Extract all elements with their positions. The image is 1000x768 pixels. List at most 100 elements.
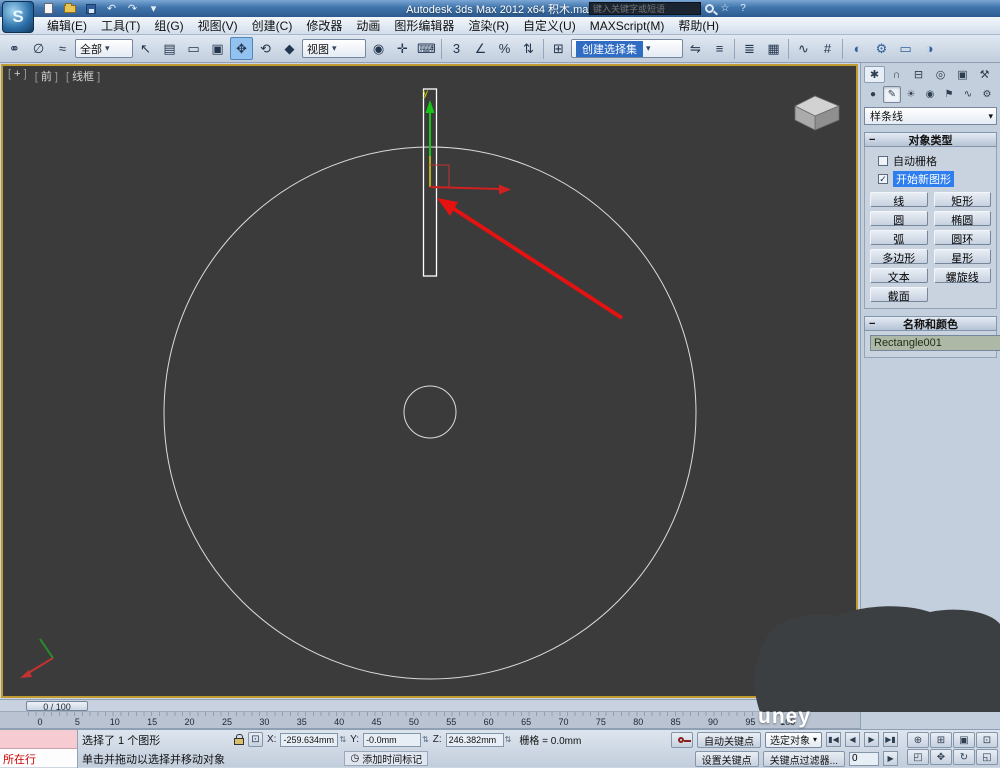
curve-editor-icon[interactable]: ∿: [792, 37, 815, 60]
redo-button[interactable]: ↷: [124, 2, 141, 16]
y-spinner[interactable]: ⇅: [422, 735, 429, 744]
select-and-link-icon[interactable]: ⚭: [3, 37, 26, 60]
viewport-menu-shading[interactable]: 线框: [66, 68, 100, 84]
select-and-manipulate-icon[interactable]: ✛: [391, 37, 414, 60]
keyboard-override-icon[interactable]: ⌨: [415, 37, 438, 60]
undo-button[interactable]: ↶: [103, 2, 120, 16]
new-file-button[interactable]: [40, 2, 57, 16]
search-icon[interactable]: [705, 4, 714, 13]
go-to-end-button[interactable]: ▶▮: [883, 732, 898, 747]
category-systems-icon[interactable]: ⚙: [978, 86, 996, 103]
macro-recorder-line[interactable]: [0, 730, 77, 749]
zoom-icon[interactable]: ⊕: [907, 732, 929, 748]
gizmo-xy-plane-handle[interactable]: [430, 164, 450, 187]
rectangular-selection-region-icon[interactable]: ▭: [182, 37, 205, 60]
open-file-button[interactable]: [61, 2, 78, 16]
menu-animation[interactable]: 动画: [349, 17, 387, 35]
render-production-icon[interactable]: ◑: [918, 37, 941, 60]
window-crossing-icon[interactable]: ▣: [206, 37, 229, 60]
tab-motion-icon[interactable]: ◎: [930, 66, 951, 83]
tab-hierarchy-icon[interactable]: ⊟: [908, 66, 929, 83]
zoom-extents-all-icon[interactable]: ⊡: [976, 732, 998, 748]
align-icon[interactable]: ≡: [708, 37, 731, 60]
name-color-rollout-header[interactable]: − 名称和颜色: [864, 316, 997, 331]
y-coordinate-field[interactable]: -0.0mm: [363, 732, 422, 747]
zoom-region-icon[interactable]: ◰: [907, 749, 929, 765]
select-and-scale-icon[interactable]: ◆: [278, 37, 301, 60]
arc-button[interactable]: 弧: [870, 230, 928, 246]
menu-views[interactable]: 视图(V): [191, 17, 245, 35]
time-ruler[interactable]: 0 5 10 15 20 25 30 35 40 45 50 55 60 65 …: [0, 712, 860, 729]
donut-button[interactable]: 圆环: [933, 230, 991, 246]
z-coordinate-field[interactable]: 246.382mm: [445, 732, 504, 747]
category-shapes-icon[interactable]: ✎: [883, 86, 901, 103]
snap-toggle-3d-icon[interactable]: 3: [445, 37, 468, 60]
search-input[interactable]: [589, 2, 701, 15]
auto-key-button[interactable]: 自动关键点: [696, 731, 761, 748]
rectangle-button[interactable]: 矩形: [933, 192, 991, 208]
category-helpers-icon[interactable]: ⚑: [940, 86, 958, 103]
menu-maxscript[interactable]: MAXScript(M): [583, 17, 672, 35]
tab-create-icon[interactable]: ✱: [864, 66, 885, 83]
orbit-icon[interactable]: ↻: [953, 749, 975, 765]
menu-customize[interactable]: 自定义(U): [516, 17, 583, 35]
percent-snap-icon[interactable]: %: [493, 37, 516, 60]
z-spinner[interactable]: ⇅: [505, 735, 512, 744]
workspace-dropdown[interactable]: ▾: [145, 2, 162, 16]
bind-to-space-warp-icon[interactable]: ≈: [51, 37, 74, 60]
material-editor-icon[interactable]: ◐: [846, 37, 869, 60]
play-button[interactable]: ▶: [864, 732, 879, 747]
go-to-start-button[interactable]: ▮◀: [826, 732, 841, 747]
maximize-viewport-icon[interactable]: ◱: [976, 749, 998, 765]
x-spinner[interactable]: ⇅: [339, 735, 346, 744]
set-key-button[interactable]: 设置关键点: [694, 750, 759, 767]
pan-icon[interactable]: ✥: [930, 749, 952, 765]
circle-button[interactable]: 圆: [870, 211, 928, 227]
tab-utilities-icon[interactable]: ⚒: [974, 66, 995, 83]
graphite-ribbon-icon[interactable]: ▦: [762, 37, 785, 60]
object-name-field[interactable]: [870, 335, 1000, 351]
track-bar[interactable]: 0 / 100: [0, 699, 860, 712]
zoom-extents-icon[interactable]: ▣: [953, 732, 975, 748]
select-by-name-icon[interactable]: ▤: [158, 37, 181, 60]
category-cameras-icon[interactable]: ◉: [921, 86, 939, 103]
mirror-icon[interactable]: ⇋: [684, 37, 707, 60]
gizmo-x-axis[interactable]: [429, 186, 501, 190]
layer-manager-icon[interactable]: ≣: [738, 37, 761, 60]
tab-display-icon[interactable]: ▣: [952, 66, 973, 83]
3dsmax-logo-button[interactable]: S: [2, 1, 34, 33]
star-button[interactable]: 星形: [933, 249, 991, 265]
shape-category-dropdown[interactable]: 样条线 ▾: [864, 107, 997, 125]
toggle-set-key-mode-button[interactable]: [670, 731, 693, 748]
rendered-frame-window-icon[interactable]: ▭: [894, 37, 917, 60]
previous-frame-button[interactable]: ◀: [845, 732, 860, 747]
menu-modifiers[interactable]: 修改器: [299, 17, 349, 35]
menu-graph-editors[interactable]: 图形编辑器: [387, 17, 461, 35]
category-lights-icon[interactable]: ☀: [902, 86, 920, 103]
front-viewport[interactable]: + 前 线框 y: [1, 64, 858, 698]
ngon-button[interactable]: 多边形: [870, 249, 928, 265]
zoom-all-icon[interactable]: ⊞: [930, 732, 952, 748]
selection-lock-icon[interactable]: [234, 734, 244, 745]
object-type-rollout-header[interactable]: − 对象类型: [864, 132, 997, 147]
tab-modify-icon[interactable]: ∩: [886, 66, 907, 83]
render-setup-icon[interactable]: ⚙: [870, 37, 893, 60]
key-filters-button[interactable]: 关键点过滤器...: [762, 750, 846, 767]
next-frame-button[interactable]: ▶: [883, 751, 899, 766]
category-geometry-icon[interactable]: ●: [864, 86, 882, 103]
select-and-rotate-icon[interactable]: ⟲: [254, 37, 277, 60]
menu-group[interactable]: 组(G): [147, 17, 190, 35]
viewport-menu-plus[interactable]: +: [8, 68, 27, 84]
text-button[interactable]: 文本: [870, 268, 928, 284]
small-circle-spline[interactable]: [403, 385, 457, 439]
viewcube[interactable]: [794, 95, 841, 131]
help-icon[interactable]: ?: [736, 3, 750, 14]
line-button[interactable]: 线: [870, 192, 928, 208]
maxscript-mini-listener[interactable]: 所在行: [0, 730, 78, 768]
add-time-tag[interactable]: ◷ 添加时间标记: [344, 751, 429, 766]
category-spacewarps-icon[interactable]: ∿: [959, 86, 977, 103]
viewport-menu-view[interactable]: 前: [35, 68, 58, 84]
edit-named-selection-sets-icon[interactable]: ⊞: [547, 37, 570, 60]
save-file-button[interactable]: [82, 2, 99, 16]
ellipse-button[interactable]: 椭圆: [933, 211, 991, 227]
